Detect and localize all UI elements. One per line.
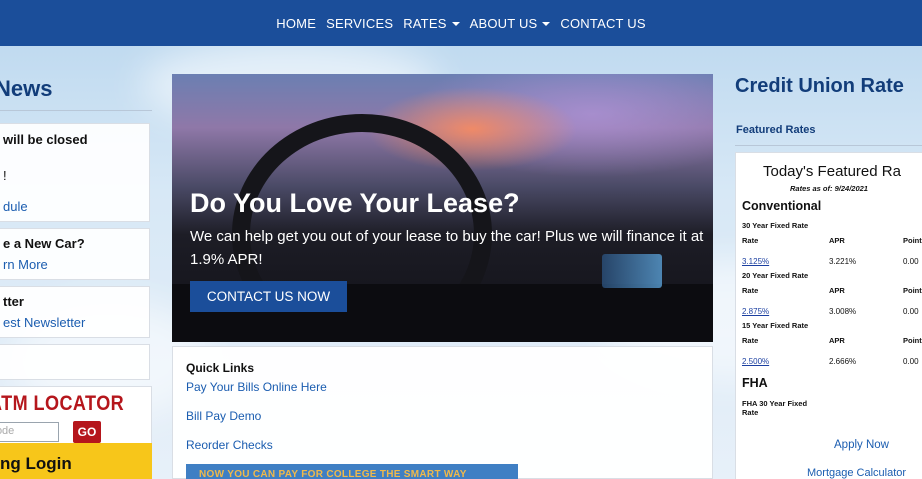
- rate-group-name: 15 Year Fixed Rate: [742, 321, 809, 330]
- rate-group-name: 30 Year Fixed Rate: [742, 221, 809, 230]
- rates-as-of: Rates as of: 9/24/2021: [790, 184, 868, 193]
- nav-about-us[interactable]: ABOUT US: [465, 16, 556, 31]
- atm-locator: ATM LOCATOR Code GO: [0, 386, 152, 448]
- featured-rates-card: Today's Featured Ra Rates as of: 9/24/20…: [735, 152, 922, 479]
- points-value: 0.00: [903, 307, 919, 316]
- pay-bills-link[interactable]: Pay Your Bills Online Here: [186, 380, 327, 394]
- chevron-down-icon: [451, 22, 460, 27]
- news-column: on News will be closed ! dule e a New Ca…: [0, 46, 152, 479]
- contact-us-now-button[interactable]: CONTACT US NOW: [190, 281, 347, 312]
- atm-go-button[interactable]: GO: [73, 421, 101, 443]
- rate-col-header: Rate: [742, 286, 759, 295]
- points-col-header: Point: [903, 286, 922, 295]
- bill-pay-demo-link[interactable]: Bill Pay Demo: [186, 409, 261, 423]
- points-col-header: Point: [903, 336, 922, 345]
- atm-locator-title: ATM LOCATOR: [0, 392, 125, 415]
- rate-link[interactable]: 2.500%: [742, 357, 769, 366]
- conventional-title: Conventional: [742, 199, 822, 213]
- rate-col-header: Rate: [742, 336, 759, 345]
- chevron-down-icon: [542, 22, 551, 27]
- atm-zip-input[interactable]: Code: [0, 422, 59, 442]
- apr-col-header: APR: [829, 236, 845, 245]
- points-value: 0.00: [903, 357, 919, 366]
- nav-services[interactable]: SERVICES: [321, 16, 398, 31]
- nav-home[interactable]: HOME: [271, 16, 321, 31]
- points-value: 0.00: [903, 257, 919, 266]
- apr-value: 2.666%: [829, 357, 857, 366]
- online-banking-login[interactable]: ng Login: [0, 443, 152, 479]
- nav-rates[interactable]: RATES: [398, 16, 464, 31]
- fha-title: FHA: [742, 376, 768, 390]
- news-item: tter est Newsletter: [0, 286, 150, 338]
- divider: [735, 145, 922, 146]
- mortgage-calculator-link[interactable]: Mortgage Calculator: [807, 467, 906, 479]
- featured-rates-label: Featured Rates: [736, 124, 816, 136]
- news-item-title: tter: [3, 294, 24, 309]
- reorder-checks-link[interactable]: Reorder Checks: [186, 438, 273, 452]
- rates-heading: Credit Union Rate: [735, 75, 904, 97]
- hero-title: Do You Love Your Lease?: [190, 188, 520, 218]
- quick-links-title: Quick Links: [186, 361, 255, 375]
- news-heading: on News: [0, 76, 53, 101]
- nav-about-label: ABOUT US: [469, 15, 538, 31]
- newsletter-link[interactable]: est Newsletter: [3, 315, 85, 330]
- quick-links-panel: Quick Links Pay Your Bills Online Here B…: [172, 346, 713, 479]
- news-item: will be closed ! dule: [0, 123, 150, 222]
- apr-value: 3.008%: [829, 307, 857, 316]
- news-item-link[interactable]: dule: [3, 199, 28, 214]
- login-label: ng Login: [0, 454, 72, 473]
- divider: [0, 110, 152, 111]
- news-item-text: !: [3, 168, 7, 183]
- nav-contact-us[interactable]: CONTACT US: [555, 16, 650, 31]
- apr-col-header: APR: [829, 286, 845, 295]
- apr-value: 3.221%: [829, 257, 857, 266]
- news-item: e a New Car? rn More: [0, 228, 150, 280]
- college-promo-banner[interactable]: NOW YOU CAN PAY FOR COLLEGE THE SMART WA…: [186, 464, 518, 479]
- apply-now-link[interactable]: Apply Now: [834, 439, 889, 451]
- learn-more-link[interactable]: rn More: [3, 257, 48, 272]
- apr-col-header: APR: [829, 336, 845, 345]
- rates-card-title: Today's Featured Ra: [763, 163, 901, 180]
- news-item-title: will be closed: [3, 132, 88, 147]
- nav-rates-label: RATES: [403, 15, 447, 31]
- rate-col-header: Rate: [742, 236, 759, 245]
- rate-link[interactable]: 2.875%: [742, 307, 769, 316]
- hero-body: We can help get you out of your lease to…: [190, 228, 704, 268]
- promo-text: NOW YOU CAN PAY FOR COLLEGE THE SMART WA…: [199, 469, 467, 479]
- news-item-empty: [0, 344, 150, 380]
- hero-banner: Do You Love Your Lease? We can help get …: [172, 74, 713, 342]
- points-col-header: Point: [903, 236, 922, 245]
- news-item-title: e a New Car?: [3, 236, 85, 251]
- rate-group-name: 20 Year Fixed Rate: [742, 271, 809, 280]
- fha-group-name: FHA 30 Year Fixed Rate: [742, 399, 808, 417]
- main-navigation: HOME SERVICES RATES ABOUT US CONTACT US: [0, 0, 922, 46]
- rate-link[interactable]: 3.125%: [742, 257, 769, 266]
